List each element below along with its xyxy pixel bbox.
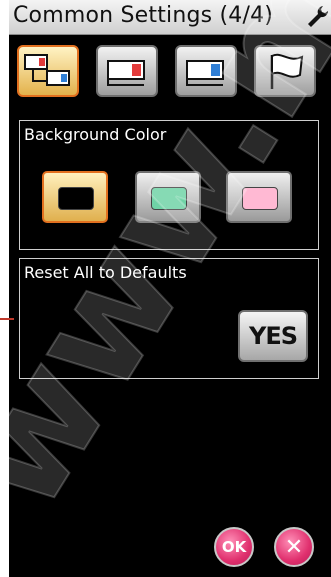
flag-icon bbox=[270, 53, 304, 89]
background-color-label: Background Color bbox=[24, 125, 167, 144]
background-green-button[interactable] bbox=[135, 171, 201, 223]
wrench-icon bbox=[308, 6, 329, 27]
background-color-panel: Background Color bbox=[19, 120, 319, 250]
title-bar: Common Settings (4/4) bbox=[9, 0, 331, 35]
pink-swatch bbox=[242, 187, 278, 210]
reset-panel: Reset All to Defaults YES bbox=[19, 258, 319, 379]
ok-button[interactable]: OK bbox=[214, 527, 254, 567]
callout-line bbox=[0, 318, 14, 320]
green-swatch bbox=[151, 187, 187, 210]
background-black-button[interactable] bbox=[42, 171, 108, 223]
reset-yes-button[interactable]: YES bbox=[238, 310, 308, 362]
reset-label: Reset All to Defaults bbox=[24, 263, 187, 282]
machine-blue-icon bbox=[186, 60, 224, 86]
page-title: Common Settings (4/4) bbox=[13, 3, 274, 28]
background-pink-button[interactable] bbox=[226, 171, 292, 223]
machine-red-icon bbox=[107, 60, 145, 86]
two-machines-icon bbox=[24, 54, 70, 86]
tab-machine-settings[interactable] bbox=[17, 45, 79, 97]
close-button[interactable]: ✕ bbox=[274, 527, 314, 567]
tab-language-settings[interactable] bbox=[254, 45, 316, 97]
settings-screen: Common Settings (4/4) Background Color R… bbox=[9, 0, 331, 577]
tab-embroidery-settings[interactable] bbox=[175, 45, 237, 97]
tab-sewing-settings[interactable] bbox=[96, 45, 158, 97]
black-swatch bbox=[58, 187, 94, 210]
